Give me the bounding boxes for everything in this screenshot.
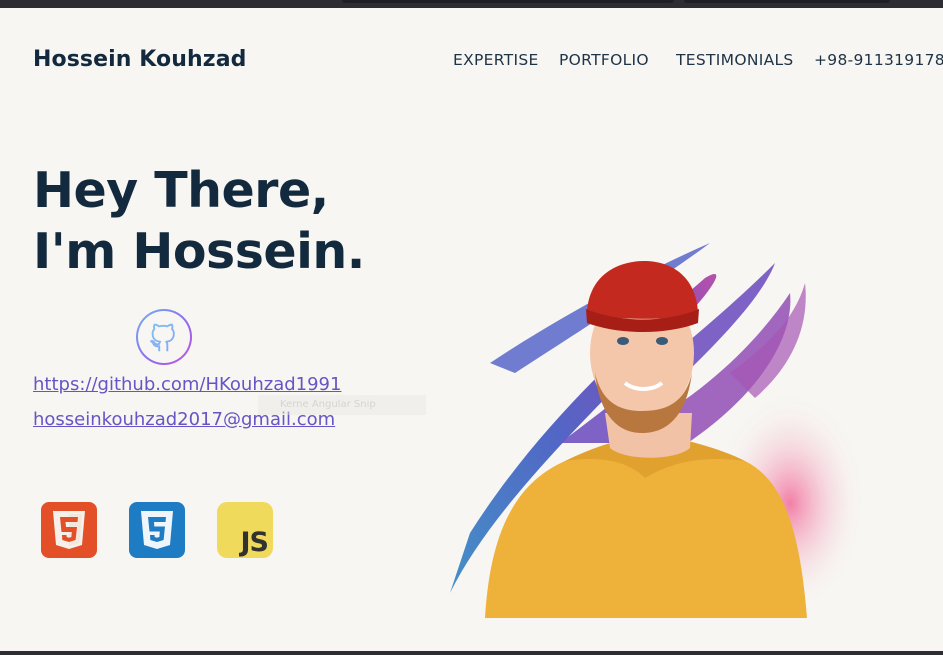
portfolio-page: Hossein Kouhzad EXPERTISE PORTFOLIO TEST…: [0, 8, 943, 651]
css3-icon: [129, 502, 185, 558]
nav-testimonials[interactable]: TESTIMONIALS: [676, 51, 794, 69]
nav-portfolio[interactable]: PORTFOLIO: [559, 51, 649, 69]
css3-shield-icon: [141, 511, 173, 549]
browser-tab[interactable]: [342, 0, 674, 3]
hero-portrait-image: [450, 243, 865, 618]
github-octocat-icon: [150, 323, 175, 352]
nav-expertise[interactable]: EXPERTISE: [453, 51, 539, 69]
hero-greeting-line2: I'm Hossein.: [33, 223, 365, 280]
javascript-label: JS: [240, 527, 269, 558]
html5-shield-icon: [53, 511, 85, 549]
browser-top-bar: [0, 0, 943, 8]
hero-greeting-line1: Hey There,: [33, 162, 329, 219]
browser-bottom-bar: [0, 651, 943, 655]
html5-icon: [41, 502, 97, 558]
browser-tab[interactable]: [684, 0, 890, 3]
nav-phone[interactable]: +98-9113191788: [814, 51, 943, 69]
hero-heading: Hey There, I'm Hossein.: [33, 160, 365, 282]
github-icon-inner: [138, 311, 190, 363]
site-brand[interactable]: Hossein Kouhzad: [33, 47, 247, 72]
github-link[interactable]: https://github.com/HKouhzad1991: [33, 374, 341, 395]
javascript-icon: JS: [217, 502, 273, 558]
github-icon[interactable]: [136, 309, 192, 365]
faint-overlay-label: Kerne Angular Snip: [258, 395, 426, 415]
